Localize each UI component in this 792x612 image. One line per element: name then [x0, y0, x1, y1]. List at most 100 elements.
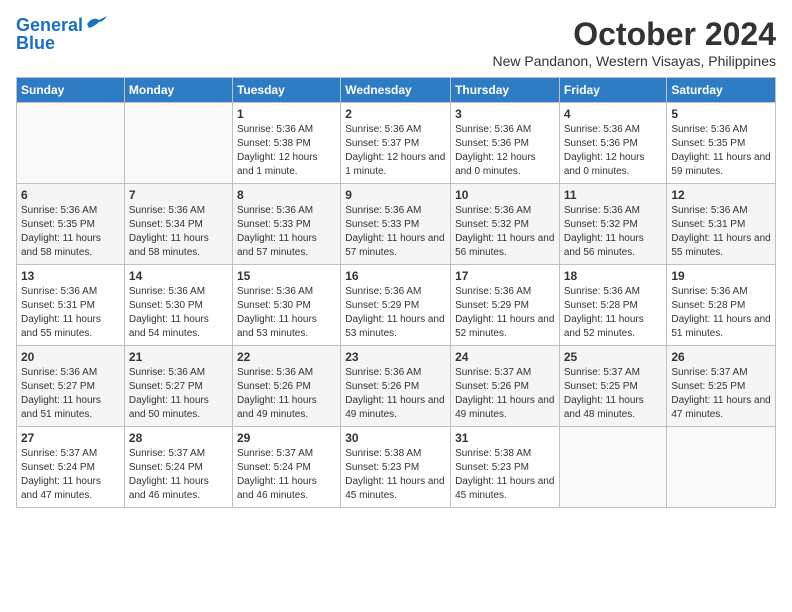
day-number: 23 [345, 350, 446, 364]
day-number: 12 [671, 188, 771, 202]
day-info: Sunrise: 5:37 AM Sunset: 5:26 PM Dayligh… [455, 366, 555, 422]
day-info: Sunrise: 5:36 AM Sunset: 5:36 PM Dayligh… [455, 123, 555, 179]
day-info: Sunrise: 5:36 AM Sunset: 5:31 PM Dayligh… [21, 285, 120, 341]
calendar-cell: 2 Sunrise: 5:36 AM Sunset: 5:37 PM Daylig… [341, 103, 451, 184]
day-number: 10 [455, 188, 555, 202]
day-number: 17 [455, 269, 555, 283]
calendar-cell: 5 Sunrise: 5:36 AM Sunset: 5:35 PM Daylig… [667, 103, 776, 184]
calendar-cell: 26 Sunrise: 5:37 AM Sunset: 5:25 PM Dayli… [667, 346, 776, 427]
calendar-cell: 11 Sunrise: 5:36 AM Sunset: 5:32 PM Dayli… [559, 184, 667, 265]
calendar-cell: 30 Sunrise: 5:38 AM Sunset: 5:23 PM Dayli… [341, 427, 451, 508]
calendar-cell: 27 Sunrise: 5:37 AM Sunset: 5:24 PM Dayli… [17, 427, 125, 508]
day-info: Sunrise: 5:36 AM Sunset: 5:31 PM Dayligh… [671, 204, 771, 260]
day-number: 25 [564, 350, 663, 364]
day-number: 21 [129, 350, 228, 364]
calendar-cell: 31 Sunrise: 5:38 AM Sunset: 5:23 PM Dayli… [451, 427, 560, 508]
day-info: Sunrise: 5:36 AM Sunset: 5:26 PM Dayligh… [345, 366, 446, 422]
calendar-cell: 3 Sunrise: 5:36 AM Sunset: 5:36 PM Daylig… [451, 103, 560, 184]
calendar-cell: 24 Sunrise: 5:37 AM Sunset: 5:26 PM Dayli… [451, 346, 560, 427]
calendar-cell: 28Sunrise: 5:37 AM Sunset: 5:24 PM Dayli… [124, 427, 232, 508]
calendar-cell: 21 Sunrise: 5:36 AM Sunset: 5:27 PM Dayli… [124, 346, 232, 427]
day-info: Sunrise: 5:36 AM Sunset: 5:35 PM Dayligh… [671, 123, 771, 179]
logo-bird-icon [85, 16, 107, 32]
day-number: 22 [237, 350, 336, 364]
logo-blue: Blue [16, 34, 55, 54]
day-number: 6 [21, 188, 120, 202]
day-info: Sunrise: 5:37 AM Sunset: 5:24 PM Dayligh… [21, 447, 120, 503]
calendar-week-row: 20Sunrise: 5:36 AM Sunset: 5:27 PM Dayli… [17, 346, 776, 427]
calendar-cell: 12 Sunrise: 5:36 AM Sunset: 5:31 PM Dayli… [667, 184, 776, 265]
calendar-cell: 23 Sunrise: 5:36 AM Sunset: 5:26 PM Dayli… [341, 346, 451, 427]
day-info: Sunrise: 5:37 AM Sunset: 5:24 PM Dayligh… [237, 447, 336, 503]
weekday-header-thursday: Thursday [451, 78, 560, 103]
logo: General Blue [16, 16, 107, 54]
calendar-cell [667, 427, 776, 508]
calendar-cell: 1 Sunrise: 5:36 AM Sunset: 5:38 PM Daylig… [232, 103, 340, 184]
weekday-header-sunday: Sunday [17, 78, 125, 103]
day-info: Sunrise: 5:36 AM Sunset: 5:28 PM Dayligh… [671, 285, 771, 341]
calendar-week-row: 1 Sunrise: 5:36 AM Sunset: 5:38 PM Daylig… [17, 103, 776, 184]
calendar-cell [124, 103, 232, 184]
day-number: 13 [21, 269, 120, 283]
title-block: October 2024 New Pandanon, Western Visay… [492, 16, 776, 69]
day-number: 29 [237, 431, 336, 445]
calendar-cell: 10Sunrise: 5:36 AM Sunset: 5:32 PM Dayli… [451, 184, 560, 265]
day-number: 26 [671, 350, 771, 364]
weekday-header-wednesday: Wednesday [341, 78, 451, 103]
day-info: Sunrise: 5:36 AM Sunset: 5:26 PM Dayligh… [237, 366, 336, 422]
day-number: 4 [564, 107, 663, 121]
calendar-cell: 25Sunrise: 5:37 AM Sunset: 5:25 PM Dayli… [559, 346, 667, 427]
day-info: Sunrise: 5:36 AM Sunset: 5:28 PM Dayligh… [564, 285, 663, 341]
day-number: 8 [237, 188, 336, 202]
day-info: Sunrise: 5:36 AM Sunset: 5:32 PM Dayligh… [564, 204, 663, 260]
day-info: Sunrise: 5:36 AM Sunset: 5:27 PM Dayligh… [129, 366, 228, 422]
calendar-week-row: 13 Sunrise: 5:36 AM Sunset: 5:31 PM Dayli… [17, 265, 776, 346]
weekday-header-monday: Monday [124, 78, 232, 103]
day-number: 19 [671, 269, 771, 283]
day-info: Sunrise: 5:37 AM Sunset: 5:25 PM Dayligh… [671, 366, 771, 422]
day-number: 24 [455, 350, 555, 364]
weekday-header-friday: Friday [559, 78, 667, 103]
page-header: General Blue October 2024 New Pandanon, … [16, 16, 776, 69]
calendar-cell: 8 Sunrise: 5:36 AM Sunset: 5:33 PM Daylig… [232, 184, 340, 265]
day-number: 31 [455, 431, 555, 445]
day-number: 1 [237, 107, 336, 121]
day-info: Sunrise: 5:38 AM Sunset: 5:23 PM Dayligh… [455, 447, 555, 503]
day-number: 3 [455, 107, 555, 121]
day-number: 7 [129, 188, 228, 202]
calendar-cell: 17 Sunrise: 5:36 AM Sunset: 5:29 PM Dayli… [451, 265, 560, 346]
calendar-cell: 9Sunrise: 5:36 AM Sunset: 5:33 PM Daylig… [341, 184, 451, 265]
day-info: Sunrise: 5:36 AM Sunset: 5:34 PM Dayligh… [129, 204, 228, 260]
calendar-cell: 13 Sunrise: 5:36 AM Sunset: 5:31 PM Dayli… [17, 265, 125, 346]
calendar-cell: 14Sunrise: 5:36 AM Sunset: 5:30 PM Dayli… [124, 265, 232, 346]
calendar-cell [17, 103, 125, 184]
day-info: Sunrise: 5:36 AM Sunset: 5:35 PM Dayligh… [21, 204, 120, 260]
calendar-week-row: 27 Sunrise: 5:37 AM Sunset: 5:24 PM Dayli… [17, 427, 776, 508]
calendar-table: SundayMondayTuesdayWednesdayThursdayFrid… [16, 77, 776, 508]
calendar-week-row: 6 Sunrise: 5:36 AM Sunset: 5:35 PM Daylig… [17, 184, 776, 265]
month-title: October 2024 [492, 16, 776, 53]
day-info: Sunrise: 5:36 AM Sunset: 5:37 PM Dayligh… [345, 123, 446, 179]
calendar-cell: 20Sunrise: 5:36 AM Sunset: 5:27 PM Dayli… [17, 346, 125, 427]
day-info: Sunrise: 5:36 AM Sunset: 5:33 PM Dayligh… [345, 204, 446, 260]
day-number: 5 [671, 107, 771, 121]
day-info: Sunrise: 5:38 AM Sunset: 5:23 PM Dayligh… [345, 447, 446, 503]
day-number: 16 [345, 269, 446, 283]
day-info: Sunrise: 5:36 AM Sunset: 5:36 PM Dayligh… [564, 123, 663, 179]
day-info: Sunrise: 5:36 AM Sunset: 5:33 PM Dayligh… [237, 204, 336, 260]
day-number: 14 [129, 269, 228, 283]
calendar-cell: 7 Sunrise: 5:36 AM Sunset: 5:34 PM Daylig… [124, 184, 232, 265]
day-number: 11 [564, 188, 663, 202]
day-info: Sunrise: 5:36 AM Sunset: 5:29 PM Dayligh… [345, 285, 446, 341]
day-number: 2 [345, 107, 446, 121]
calendar-cell [559, 427, 667, 508]
location-subtitle: New Pandanon, Western Visayas, Philippin… [492, 53, 776, 69]
calendar-cell: 22 Sunrise: 5:36 AM Sunset: 5:26 PM Dayli… [232, 346, 340, 427]
calendar-cell: 16 Sunrise: 5:36 AM Sunset: 5:29 PM Dayli… [341, 265, 451, 346]
day-number: 27 [21, 431, 120, 445]
day-info: Sunrise: 5:36 AM Sunset: 5:38 PM Dayligh… [237, 123, 336, 179]
day-info: Sunrise: 5:36 AM Sunset: 5:29 PM Dayligh… [455, 285, 555, 341]
day-number: 30 [345, 431, 446, 445]
calendar-cell: 6 Sunrise: 5:36 AM Sunset: 5:35 PM Daylig… [17, 184, 125, 265]
day-number: 15 [237, 269, 336, 283]
